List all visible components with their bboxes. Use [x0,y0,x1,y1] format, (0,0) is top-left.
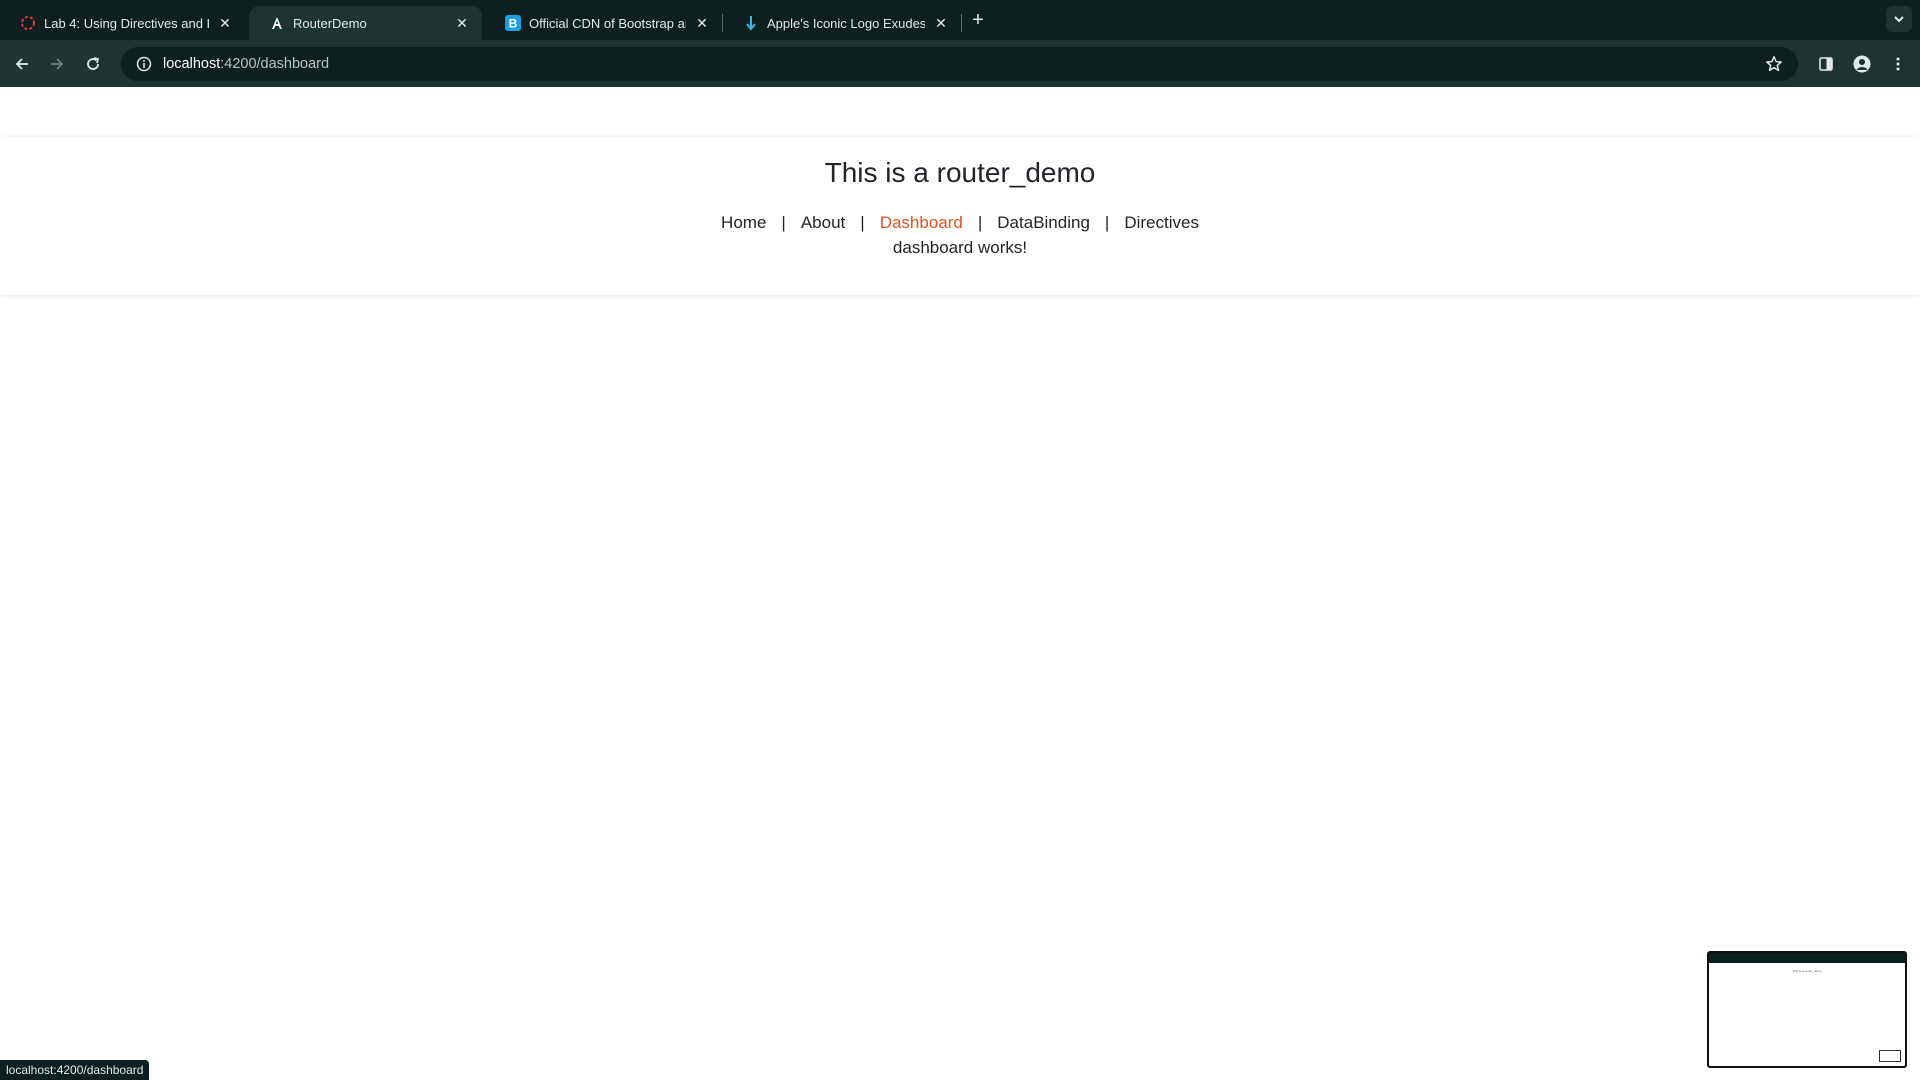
nav-link-databinding[interactable]: DataBinding [997,213,1090,233]
kebab-menu-icon [1896,57,1900,71]
nav-link-home[interactable]: Home [721,213,766,233]
nav-link-about[interactable]: About [801,213,845,233]
thumbnail-browser-bar [1709,953,1905,963]
reload-button[interactable] [79,50,107,78]
angular-logo-icon [269,15,285,31]
site-info-icon[interactable] [127,47,161,81]
router-nav: Home | About | Dashboard | DataBinding |… [0,213,1920,233]
close-icon[interactable]: ✕ [694,15,710,31]
browser-toolbar: localhost:4200/dashboard [0,40,1920,87]
side-panel-icon [1819,57,1833,71]
address-bar[interactable]: localhost:4200/dashboard [121,47,1798,81]
page-title: This is a router_demo [824,157,1096,188]
bookmark-star-icon[interactable] [1762,52,1786,76]
download-arrow-icon [743,15,759,31]
tab-title: Apple's Iconic Logo Exudes C [767,15,925,31]
arrow-right-icon [51,58,64,70]
thumbnail-frame [1879,1050,1901,1062]
profile-avatar-icon [1853,55,1871,73]
close-icon[interactable]: ✕ [933,15,949,31]
side-panel-button[interactable] [1812,50,1840,78]
tab-routerdemo[interactable]: RouterDemo ✕ [249,6,482,40]
page-viewport: This is a router_demo Home | About | Das… [0,87,1920,1080]
url-host: localhost [163,56,221,72]
status-url-bubble: localhost:4200/dashboard [0,1060,150,1080]
nav-separator: | [1104,213,1110,232]
nav-link-dashboard[interactable]: Dashboard [880,213,963,233]
dashboard-message: dashboard works! [892,238,1028,257]
tab-title: Lab 4: Using Directives and R [44,15,209,31]
nav-separator: | [860,213,865,232]
tab-title: Official CDN of Bootstrap and [529,15,686,31]
forward-button[interactable] [43,50,71,78]
tab-bootstrap-cdn[interactable]: B Official CDN of Bootstrap and ✕ [485,6,722,40]
screen-thumbnail-preview[interactable]: This is a router_demo [1707,951,1907,1068]
nav-link-directives[interactable]: Directives [1124,213,1199,233]
reload-icon [87,57,100,70]
tab-lab4[interactable]: Lab 4: Using Directives and R ✕ [0,6,245,40]
tab-title: RouterDemo [293,15,367,31]
bootstrap-logo-icon: B [505,15,521,31]
thumbnail-title: This is a router_demo [1792,969,1822,973]
tab-apple-logo[interactable]: Apple's Iconic Logo Exudes C ✕ [723,6,961,40]
nav-separator: | [977,213,983,232]
chevron-down-icon [1894,16,1904,23]
svg-text:B: B [509,17,518,31]
tab-divider [961,14,962,32]
address-url: localhost:4200/dashboard [163,56,329,72]
header-card: This is a router_demo Home | About | Das… [0,137,1920,295]
profile-button[interactable] [1848,50,1876,78]
new-tab-button[interactable]: + [966,8,990,32]
url-path: :4200/dashboard [220,56,330,72]
nav-separator: | [781,213,786,232]
loading-ring-icon [20,15,36,31]
tab-search-button[interactable] [1886,6,1912,32]
close-icon[interactable]: ✕ [454,15,470,31]
close-icon[interactable]: ✕ [217,15,233,31]
menu-button[interactable] [1884,50,1912,78]
tab-strip: Lab 4: Using Directives and R ✕ RouterDe… [0,0,1920,40]
back-button[interactable] [8,50,36,78]
arrow-left-icon [15,58,28,70]
